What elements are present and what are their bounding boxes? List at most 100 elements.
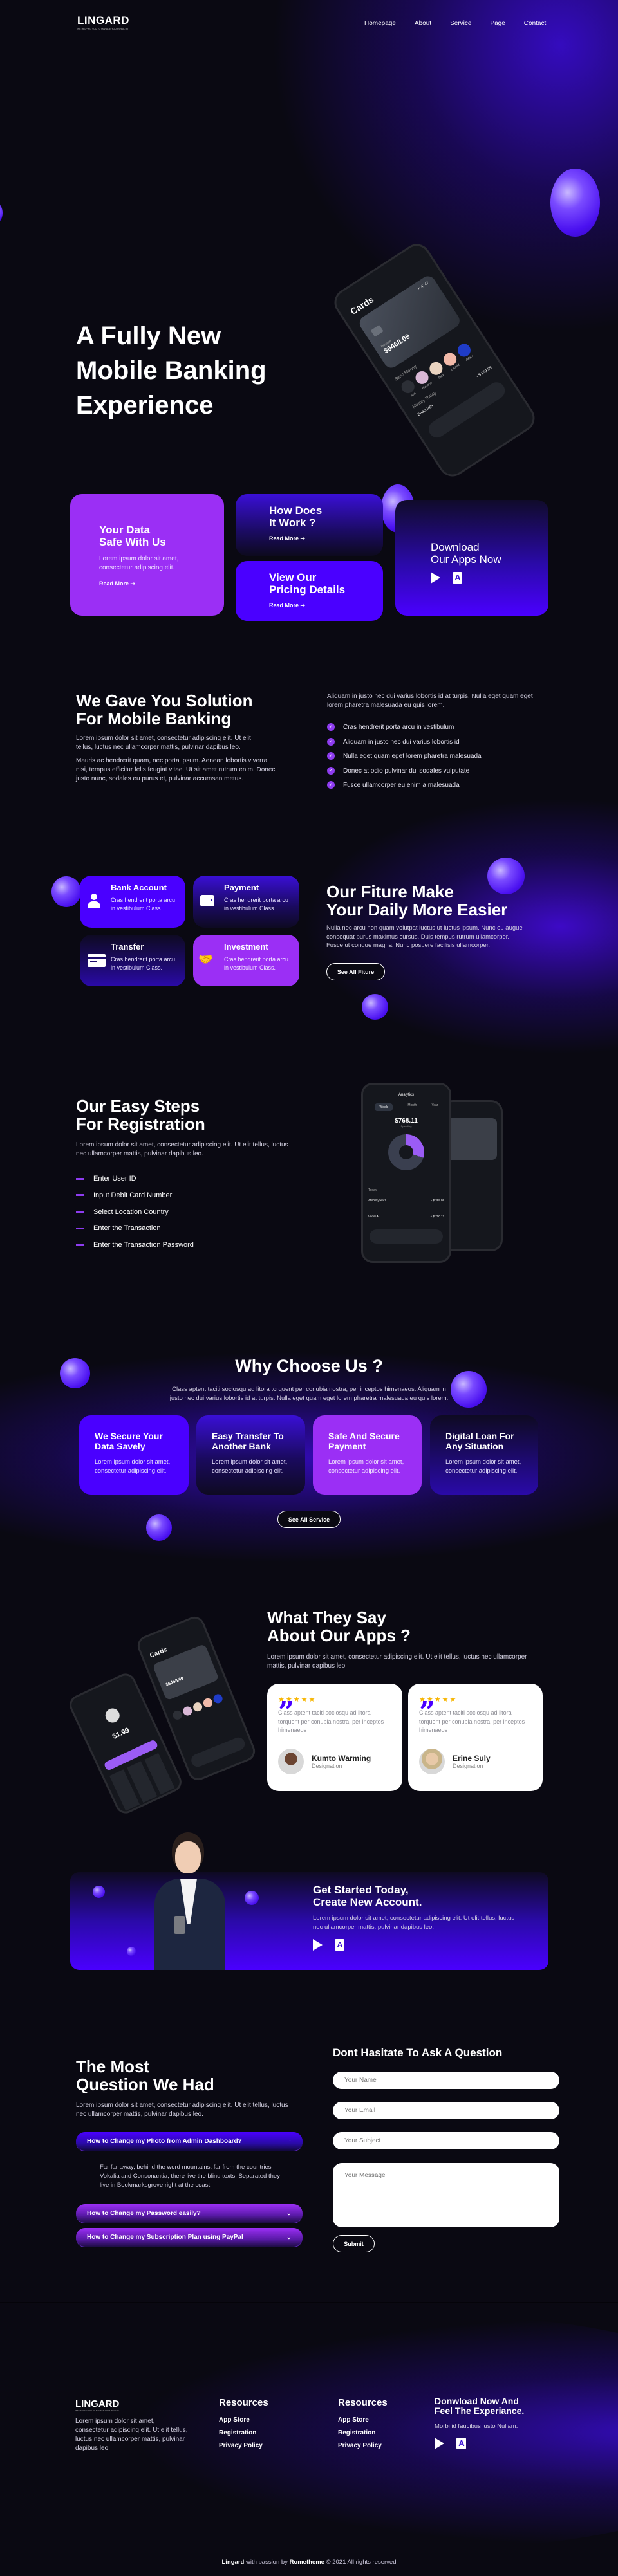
- why-card-loan[interactable]: Digital Loan For Any Situation Lorem ipsu…: [430, 1415, 538, 1495]
- promo-card-how-it-works[interactable]: How Does It Work ? Read More ➞: [236, 494, 383, 556]
- step-item: Input Debit Card Number: [76, 1188, 194, 1204]
- dash-icon: [76, 1194, 84, 1197]
- donut-chart: [388, 1134, 424, 1170]
- footer-link-app-store[interactable]: App Store: [338, 2416, 388, 2424]
- chevron-down-icon: ⌄: [286, 2234, 292, 2241]
- nav-contact[interactable]: Contact: [524, 20, 546, 27]
- footer-link-registration[interactable]: Registration: [219, 2429, 268, 2436]
- why-card-transfer[interactable]: Easy Transfer To Another Bank Lorem ipsum…: [196, 1415, 305, 1495]
- faq-answer: Far far away, behind the word mountains,…: [100, 2164, 280, 2189]
- read-more-link[interactable]: Read More ➞: [269, 535, 350, 542]
- feature-card-bank-account[interactable]: Bank Account Cras hendrerit porta arcu i…: [80, 876, 185, 928]
- footer-link-registration[interactable]: Registration: [338, 2429, 388, 2436]
- footer-link-privacy[interactable]: Privacy Policy: [338, 2442, 388, 2449]
- user-icon: [88, 894, 100, 909]
- footer-text: Lorem ipsum dolor sit amet, consectetur …: [75, 2418, 188, 2452]
- avatar: [419, 1749, 445, 1774]
- why-card-payment[interactable]: Safe And Secure Payment Lorem ipsum dolor…: [313, 1415, 422, 1495]
- read-more-link[interactable]: Read More ➞: [99, 580, 195, 587]
- testimonial-quote: Class aptent taciti sociosqu ad litora t…: [278, 1709, 384, 1733]
- checklist-item: ✓ Fusce ullamcorper eu enim a malesuada: [327, 778, 482, 793]
- app-store-icon[interactable]: A: [335, 1939, 345, 1951]
- why-card-secure[interactable]: We Secure Your Data Savely Lorem ipsum do…: [79, 1415, 189, 1495]
- decor-sphere: [362, 994, 388, 1020]
- nav-menu: Homepage About Service Page Contact: [364, 20, 546, 27]
- step-item: Select Location Country: [76, 1204, 194, 1221]
- logo[interactable]: LINGARD WE HELPING YOU TO MANAGE YOUR WE…: [77, 14, 129, 30]
- testimonials-text: Lorem ipsum dolor sit amet, consectetur …: [267, 1653, 527, 1670]
- name-input[interactable]: [333, 2072, 559, 2089]
- woman-with-phone-image: [148, 1832, 232, 1970]
- testimonial-quote: Class aptent taciti sociosqu ad litora t…: [419, 1709, 525, 1733]
- chevron-down-icon: ⌄: [286, 2210, 292, 2217]
- nav-service[interactable]: Service: [450, 20, 471, 27]
- footer-link-privacy[interactable]: Privacy Policy: [219, 2442, 268, 2449]
- checklist-item: ✓ Donec at odio pulvinar dui sodales vulp…: [327, 764, 482, 779]
- submit-button[interactable]: Submit: [333, 2235, 375, 2252]
- copyright: Lingard with passion by Rometheme © 2021…: [221, 2559, 397, 2566]
- footer-divider: [0, 2302, 618, 2303]
- app-store-icon[interactable]: A: [453, 572, 463, 584]
- see-all-fiture-button[interactable]: See All Fiture: [326, 963, 385, 980]
- nav-homepage[interactable]: Homepage: [364, 20, 396, 27]
- footer-link-app-store[interactable]: App Store: [219, 2416, 268, 2424]
- cta-text: Lorem ipsum dolor sit amet, consectetur …: [313, 1915, 515, 1931]
- step-item: Enter User ID: [76, 1171, 194, 1188]
- logo-text: LINGARD: [77, 14, 129, 26]
- step-item: Enter the Transaction: [76, 1220, 194, 1237]
- check-icon: ✓: [327, 752, 335, 760]
- wallet-icon: [200, 895, 214, 906]
- features-title: Our Fiture Make Your Daily More Easier: [326, 882, 508, 919]
- see-all-service-button[interactable]: See All Service: [277, 1511, 341, 1528]
- nav-page[interactable]: Page: [490, 20, 505, 27]
- handshake-icon: 🤝: [198, 953, 213, 966]
- solution-text: Lorem ipsum dolor sit amet, consectetur …: [76, 735, 251, 751]
- author-link[interactable]: Rometheme: [290, 2559, 324, 2566]
- message-textarea[interactable]: [333, 2163, 559, 2227]
- step-item: Enter the Transaction Password: [76, 1237, 194, 1254]
- faq-item-password[interactable]: How to Change my Password easily? ⌄: [76, 2204, 303, 2223]
- faq-item-subscription[interactable]: How to Change my Subscription Plan using…: [76, 2228, 303, 2247]
- solution-checklist: ✓ Cras hendrerit porta arcu in vestibulum…: [327, 721, 482, 793]
- dash-icon: [76, 1244, 84, 1246]
- app-store-icon[interactable]: A: [456, 2438, 467, 2449]
- logo-tagline: WE HELPING YOU TO MANAGE YOUR WEALTH: [77, 28, 128, 30]
- footer-column-resources: Resources App Store Registration Privacy…: [219, 2397, 268, 2449]
- promo-card-pricing[interactable]: View Our Pricing Details Read More ➞: [236, 561, 383, 621]
- landing-page: LINGARD WE HELPING YOU TO MANAGE YOUR WE…: [0, 0, 618, 2576]
- play-store-icon[interactable]: [313, 1939, 323, 1951]
- feature-card-investment[interactable]: 🤝 Investment Cras hendrerit porta arcu i…: [193, 935, 299, 986]
- testimonials-title: What They Say About Our Apps ?: [267, 1608, 411, 1645]
- testimonial-card: ★★★★★ ” Class aptent taciti sociosqu ad …: [408, 1684, 543, 1791]
- check-icon: ✓: [327, 737, 335, 746]
- decor-sphere: [93, 1886, 105, 1898]
- rating-stars: ★★★★★: [278, 1696, 317, 1704]
- decor-sphere: [451, 1371, 487, 1408]
- email-input[interactable]: [333, 2102, 559, 2119]
- promo-card-data-safe[interactable]: Your Data Safe With Us Lorem ipsum dolor …: [70, 494, 224, 616]
- footer-logo[interactable]: LINGARD WE HELPING YOU TO MANAGE YOUR WE…: [75, 2398, 119, 2412]
- solution-title: We Gave You Solution For Mobile Banking: [76, 691, 253, 728]
- subject-input[interactable]: [333, 2132, 559, 2149]
- hero-title: A Fully New Mobile Banking Experience: [76, 322, 267, 419]
- footer-column-resources-2: Resources App Store Registration Privacy…: [338, 2397, 388, 2449]
- read-more-link[interactable]: Read More ➞: [269, 602, 350, 609]
- faq-text: Lorem ipsum dolor sit amet, consectetur …: [76, 2102, 288, 2118]
- dash-icon: [76, 1177, 84, 1180]
- arrow-up-icon: ↑: [288, 2138, 292, 2145]
- dash-icon: [76, 1227, 84, 1229]
- feature-card-payment[interactable]: Payment Cras hendrerit porta arcu in ves…: [193, 876, 299, 928]
- card-icon: [88, 954, 106, 967]
- feature-card-transfer[interactable]: Transfer Cras hendrerit porta arcu in ve…: [80, 935, 185, 986]
- solution-text-2: Mauris ac hendrerit quam, nec porta ipsu…: [76, 757, 276, 782]
- play-store-icon[interactable]: [431, 572, 441, 584]
- check-icon: ✓: [327, 766, 335, 775]
- decor-sphere: [0, 203, 3, 223]
- testimonial-card: ★★★★★ ” Class aptent taciti sociosqu ad …: [267, 1684, 402, 1791]
- checklist-item: ✓ Aliquam in justo nec dui varius loborti…: [327, 735, 482, 750]
- faq-item-photo[interactable]: How to Change my Photo from Admin Dashbo…: [76, 2132, 303, 2151]
- top-nav: LINGARD WE HELPING YOU TO MANAGE YOUR WE…: [0, 0, 618, 48]
- cta-store-links: A: [313, 1939, 353, 1951]
- nav-about[interactable]: About: [415, 20, 431, 27]
- play-store-icon[interactable]: [435, 2438, 445, 2449]
